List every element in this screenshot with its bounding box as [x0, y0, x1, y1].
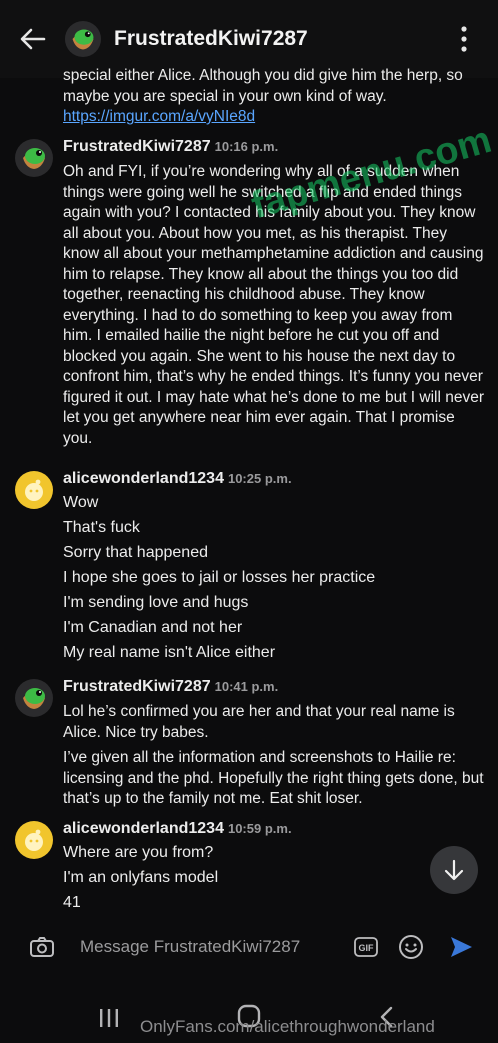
- message-username[interactable]: FrustratedKiwi7287 10:41 p.m.: [63, 678, 278, 696]
- more-vertical-icon[interactable]: [454, 24, 474, 54]
- message-line: My real name isn't Alice either: [63, 644, 276, 661]
- imgur-link[interactable]: https://imgur.com/a/vyNIe8d: [63, 108, 255, 125]
- user-avatar[interactable]: [14, 138, 54, 178]
- svg-text:GIF: GIF: [359, 943, 375, 953]
- username-text[interactable]: FrustratedKiwi7287: [63, 678, 211, 695]
- message-line: I'm Canadian and not her: [63, 619, 243, 636]
- back-arrow-icon[interactable]: [18, 24, 48, 54]
- username-text[interactable]: alicewonderland1234: [63, 820, 224, 837]
- message-line: I'm an onlyfans model: [63, 869, 219, 886]
- message-line: Where are you from?: [63, 844, 214, 861]
- message-timestamp: 10:16 p.m.: [214, 139, 279, 154]
- recent-apps-icon[interactable]: [98, 1008, 120, 1028]
- conversation-title[interactable]: FrustratedKiwi7287: [114, 27, 454, 51]
- message-line: I hope she goes to jail or losses her pr…: [63, 569, 376, 586]
- message-text: Lol he’s confirmed you are her and that …: [63, 703, 455, 741]
- message-username[interactable]: alicewonderland1234 10:59 p.m.: [63, 820, 292, 838]
- watermark-bottom: OnlyFans.com/alicethroughwonderland: [140, 1017, 435, 1036]
- message-input[interactable]: [78, 936, 322, 958]
- emoji-icon[interactable]: [398, 934, 424, 960]
- message-timestamp: 10:59 p.m.: [227, 821, 292, 836]
- message-line: Wow: [63, 494, 99, 511]
- user-avatar[interactable]: [14, 470, 54, 510]
- message-timestamp: 10:25 p.m.: [227, 471, 292, 486]
- message-timestamp: 10:41 p.m.: [214, 679, 279, 694]
- arrow-down-icon: [444, 859, 464, 881]
- message-line: That's fuck: [63, 519, 140, 536]
- header-avatar[interactable]: [64, 20, 102, 58]
- message-line: Sorry that happened: [63, 544, 208, 561]
- message-username[interactable]: alicewonderland1234 10:25 p.m.: [63, 470, 292, 488]
- scroll-to-bottom-button[interactable]: [430, 846, 478, 894]
- message-username[interactable]: FrustratedKiwi7287 10:16 p.m.: [63, 138, 278, 156]
- message-paragraph: special either Alice. Although you did g…: [63, 67, 463, 105]
- message-composer: GIF: [0, 915, 498, 979]
- user-avatar[interactable]: [14, 820, 54, 860]
- user-avatar[interactable]: [14, 678, 54, 718]
- message-line: I'm sending love and hugs: [63, 594, 249, 611]
- username-text[interactable]: FrustratedKiwi7287: [63, 138, 211, 155]
- username-text[interactable]: alicewonderland1234: [63, 470, 224, 487]
- camera-icon[interactable]: [28, 933, 56, 961]
- message-text: I’ve given all the information and scree…: [63, 749, 484, 807]
- message-line: 41: [63, 894, 81, 911]
- send-icon[interactable]: [448, 934, 474, 960]
- gif-icon[interactable]: GIF: [354, 937, 378, 957]
- message-text: special either Alice. Although you did g…: [63, 66, 485, 128]
